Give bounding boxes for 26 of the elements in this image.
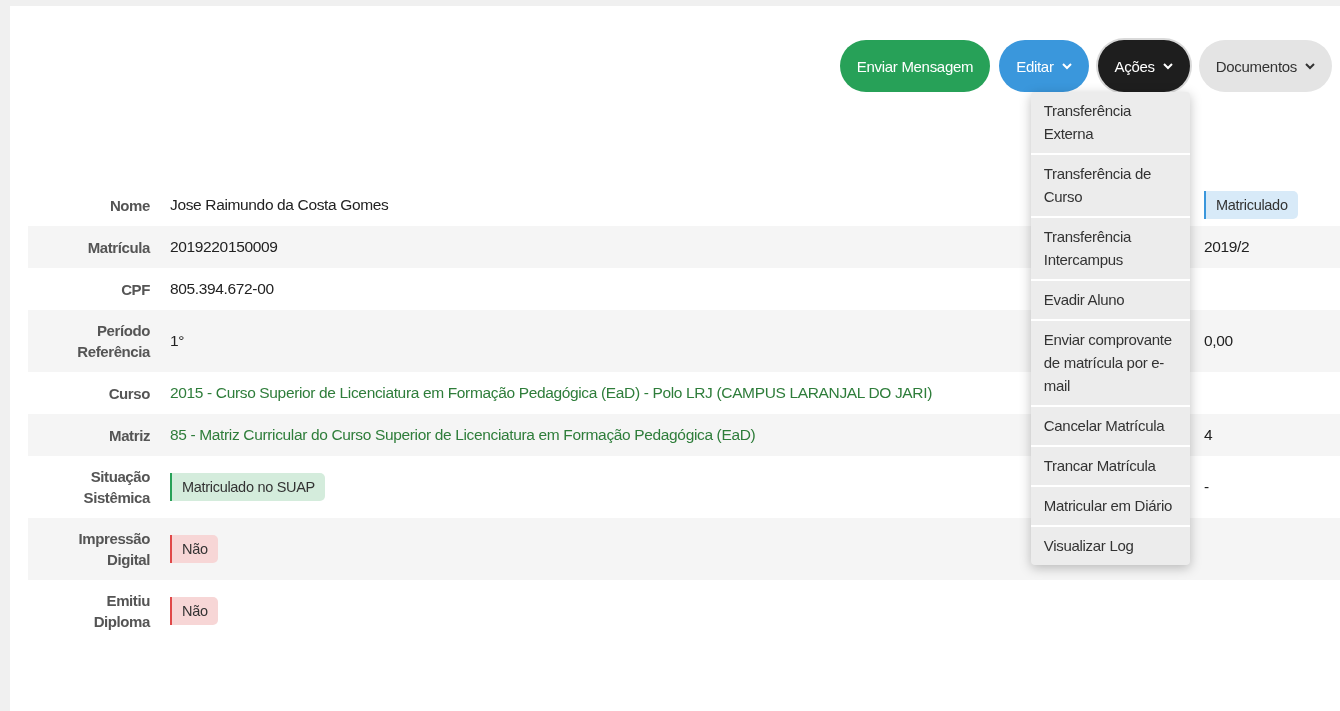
status-badge: Não [170, 597, 218, 625]
field-value: 0,00 [1204, 332, 1233, 350]
field-label: Impressão Digital [77, 529, 150, 570]
status-badge: Matriculado [1204, 191, 1298, 219]
detail-link[interactable]: 2015 - Curso Superior de Licenciatura em Formação Pedagógica (EaD) - Polo LRJ (CAMPUS LARANJAL DO JARI) [170, 384, 932, 402]
field-label: Matrícula [87, 237, 150, 258]
menu-item[interactable]: Transferência Externa [1030, 92, 1190, 153]
field-value: 805.394.672-00 [170, 280, 274, 298]
field-value: 2019220150009 [170, 238, 278, 256]
field-label: CPF [121, 279, 150, 300]
field-value: 4 [1204, 426, 1213, 444]
status-badge: Não [170, 535, 218, 563]
field-label: Situação Sistêmica [82, 467, 150, 508]
field-label: Curso [108, 383, 150, 404]
status-badge: Matriculado no SUAP [170, 473, 325, 501]
field-value: Jose Raimundo da Costa Gomes [170, 196, 389, 214]
detail-link[interactable]: 85 - Matriz Curricular do Curso Superior de Licenciatura em Formação Pedagógica (EaD) [170, 426, 756, 444]
field-label: Período Referência [76, 321, 150, 362]
dropdown-button[interactable]: Documentos [1198, 40, 1332, 92]
dropdown-button[interactable]: Ações [1097, 40, 1190, 92]
field-value: 2019/2 [1204, 238, 1250, 256]
field-label: Nome [109, 195, 150, 216]
field-value: - [1204, 478, 1209, 496]
field-value: 1° [170, 332, 185, 350]
field-label: Matriz [109, 425, 150, 446]
field-label: Emitiu Diploma [92, 591, 150, 632]
